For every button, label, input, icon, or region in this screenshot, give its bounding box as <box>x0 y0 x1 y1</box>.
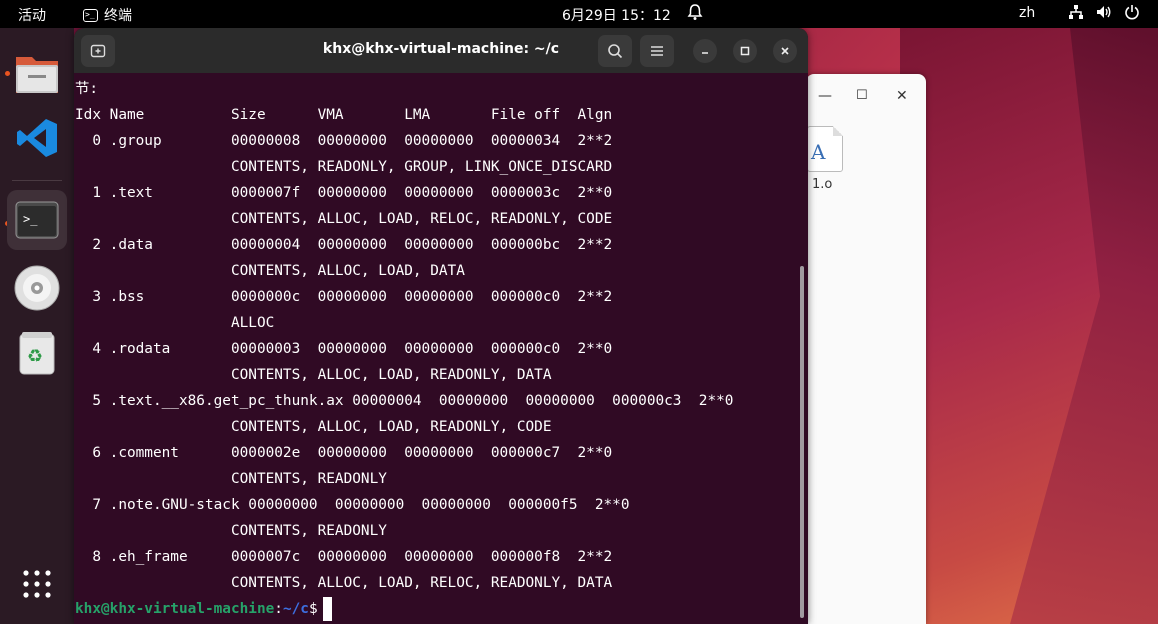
maximize-icon <box>740 46 750 56</box>
search-button[interactable] <box>598 35 632 67</box>
vscode-icon[interactable] <box>7 108 67 168</box>
prompt-path: ~/c <box>282 601 309 617</box>
output-line: 5 .text.__x86.get_pc_thunk.ax 00000004 0… <box>75 393 734 409</box>
text-cursor <box>322 597 332 621</box>
svg-text:♻: ♻ <box>27 346 43 367</box>
prompt-symbol: $ <box>308 601 318 617</box>
terminal-app-icon[interactable]: >_ <box>7 190 67 250</box>
prompt-line[interactable]: khx@khx-virtual-machine:~/c$ <box>75 596 332 622</box>
minimize-icon[interactable]: — <box>818 88 832 104</box>
output-line: CONTENTS, ALLOC, LOAD, RELOC, READONLY, … <box>75 211 613 227</box>
search-icon <box>608 44 623 59</box>
close-button[interactable] <box>773 39 797 63</box>
minimize-icon <box>702 52 708 54</box>
prompt-user: khx@khx-virtual-machine <box>75 601 275 617</box>
output-line: 1 .text 0000007f 00000000 00000000 00000… <box>75 185 613 201</box>
file-name-label[interactable]: 1.o <box>812 177 832 192</box>
output-line: 4 .rodata 00000003 00000000 00000000 000… <box>75 341 613 357</box>
terminal-icon: >_ <box>83 8 98 22</box>
app-menu[interactable]: >_ 终端 <box>83 5 132 25</box>
scrollbar-thumb[interactable] <box>800 266 804 618</box>
output-line: CONTENTS, ALLOC, LOAD, READONLY, DATA <box>75 367 552 383</box>
close-icon <box>781 47 789 55</box>
show-apps-grid-icon[interactable] <box>7 554 67 614</box>
prompt-separator: : <box>274 601 283 617</box>
svg-text:>_: >_ <box>23 212 38 226</box>
output-line: 2 .data 00000004 00000000 00000000 00000… <box>75 237 613 253</box>
output-line: 6 .comment 0000002e 00000000 00000000 00… <box>75 445 613 461</box>
output-line: CONTENTS, ALLOC, LOAD, READONLY, CODE <box>75 419 552 435</box>
terminal-output[interactable]: 节: Idx Name Size VMA LMA File off Algn 0… <box>75 76 795 624</box>
system-menu[interactable] <box>1068 4 1140 20</box>
notification-bell-icon[interactable] <box>687 3 703 25</box>
dvd-drive-icon[interactable] <box>7 258 67 318</box>
terminal-header-bar[interactable]: khx@khx-virtual-machine: ~/c <box>74 28 808 73</box>
power-icon <box>1125 5 1139 20</box>
output-line: 节: <box>75 81 99 97</box>
activities-button[interactable]: 活动 <box>18 5 46 25</box>
document-file-icon[interactable]: A <box>807 126 843 172</box>
output-line: CONTENTS, ALLOC, LOAD, RELOC, READONLY, … <box>75 575 613 591</box>
terminal-window[interactable]: khx@khx-virtual-machine: ~/c 节: Idx Name… <box>74 28 808 624</box>
output-line: 0 .group 00000008 00000000 00000000 0000… <box>75 133 613 149</box>
output-line: 3 .bss 0000000c 00000000 00000000 000000… <box>75 289 613 305</box>
minimize-button[interactable] <box>693 39 717 63</box>
dock: >_ ♻ <box>0 28 74 624</box>
clock[interactable]: 6月29日 15：12 <box>562 5 671 25</box>
output-line: Idx Name Size VMA LMA File off Algn <box>75 107 613 123</box>
output-line: 8 .eh_frame 0000007c 00000000 00000000 0… <box>75 549 613 565</box>
hamburger-menu-icon <box>651 46 663 56</box>
maximize-icon[interactable]: ☐ <box>856 88 868 103</box>
input-method-indicator[interactable]: zh <box>1019 5 1035 21</box>
top-bar: 活动 >_ 终端 6月29日 15：12 zh <box>0 0 1158 28</box>
maximize-button[interactable] <box>733 39 757 63</box>
output-line: ALLOC <box>75 315 275 331</box>
menu-button[interactable] <box>640 35 674 67</box>
trash-icon[interactable]: ♻ <box>7 323 67 383</box>
output-line: CONTENTS, READONLY <box>75 471 387 487</box>
volume-icon <box>1097 6 1111 18</box>
output-line: CONTENTS, ALLOC, LOAD, DATA <box>75 263 465 279</box>
output-line: 7 .note.GNU-stack 00000000 00000000 0000… <box>75 497 630 513</box>
network-icon <box>1069 5 1083 19</box>
dock-separator <box>12 180 62 181</box>
output-line: CONTENTS, READONLY <box>75 523 387 539</box>
close-icon[interactable]: ✕ <box>896 88 908 104</box>
output-line: CONTENTS, READONLY, GROUP, LINK_ONCE_DIS… <box>75 159 613 175</box>
files-app-icon[interactable] <box>7 44 67 104</box>
app-name: 终端 <box>104 8 132 24</box>
